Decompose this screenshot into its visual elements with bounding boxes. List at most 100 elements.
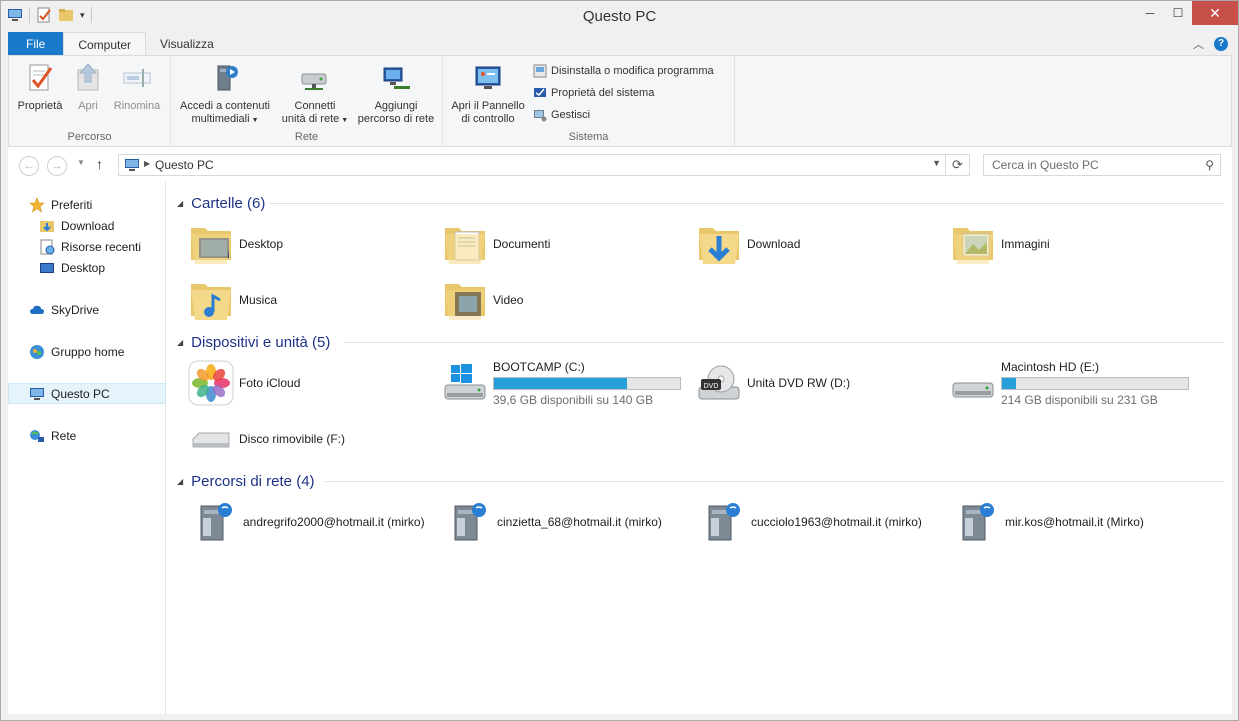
section-header-devices[interactable]: ◢ Dispositivi e unità (5)	[177, 331, 330, 353]
network-share-icon	[962, 503, 994, 541]
control-panel-icon	[475, 66, 501, 89]
device-macintosh-hd[interactable]: Macintosh HD (E:) 214 GB disponibili su …	[949, 359, 1189, 407]
properties-button[interactable]: Proprietà	[15, 62, 65, 113]
device-dvd[interactable]: DVD Unità DVD RW (D:)	[695, 359, 850, 407]
device-bootcamp[interactable]: BOOTCAMP (C:) 39,6 GB disponibili su 140…	[441, 359, 681, 407]
nav-item-favorites[interactable]: Preferiti	[8, 194, 166, 215]
section-title-devices: Dispositivi e unità (5)	[191, 333, 331, 351]
nav-item-desktop[interactable]: Desktop	[8, 257, 166, 278]
dropdown-caret-icon: ▼	[251, 117, 259, 124]
folder-immagini[interactable]: Immagini	[949, 220, 1050, 268]
network-location[interactable]: mir.kos@hotmail.it (Mirko)	[953, 498, 1144, 546]
nav-item-homegroup[interactable]: Gruppo home	[8, 341, 166, 362]
drive-info: Macintosh HD (E:) 214 GB disponibili su …	[1001, 360, 1189, 407]
map-network-drive-button[interactable]: Connetti unità di rete ▼	[275, 62, 355, 127]
minimize-button[interactable]: ─	[1136, 1, 1164, 25]
music-folder-icon	[191, 284, 231, 320]
refresh-button[interactable]: ⟳	[945, 155, 969, 175]
back-button[interactable]: ←	[19, 156, 39, 176]
ribbon: Proprietà Apri Rinomina Percorso Accedi …	[8, 55, 1232, 147]
add-network-location-icon	[383, 67, 410, 89]
system-properties-button[interactable]: Proprietà del sistema	[533, 86, 654, 100]
breadcrumb-separator-icon[interactable]: ▶	[144, 159, 150, 168]
recent-locations-icon[interactable]: ▼	[77, 158, 85, 167]
media-access-label-2: multimediali	[191, 113, 250, 125]
network-location[interactable]: andregrifo2000@hotmail.it (mirko)	[191, 498, 425, 546]
tab-file[interactable]: File	[8, 32, 64, 56]
drive-space-text: 39,6 GB disponibili su 140 GB	[493, 392, 654, 407]
section-header-network[interactable]: ◢ Percorsi di rete (4)	[177, 470, 315, 492]
folder-label: Musica	[239, 293, 278, 307]
rename-label: Rinomina	[113, 100, 161, 112]
section-title-network: Percorsi di rete (4)	[191, 472, 315, 490]
window-controls: ─ ☐ ✕	[1136, 1, 1238, 25]
folder-desktop[interactable]: Desktop	[187, 220, 283, 268]
address-bar[interactable]: ▶ Questo PC ▼ ⟳	[118, 154, 970, 176]
up-button[interactable]: ↑	[96, 156, 103, 172]
search-box[interactable]: ⚲	[983, 154, 1221, 176]
nav-desktop-label: Desktop	[61, 260, 106, 275]
control-panel-label-1: Apri il Pannello	[451, 100, 525, 112]
control-panel-label-2: di controllo	[461, 113, 515, 125]
add-network-location-label-2: percorso di rete	[357, 113, 435, 125]
nav-item-skydrive[interactable]: SkyDrive	[8, 299, 166, 320]
nav-homegroup-label: Gruppo home	[51, 344, 125, 359]
ribbon-right-controls: ︿ ?	[1193, 36, 1228, 52]
search-icon[interactable]: ⚲	[1205, 158, 1214, 172]
device-icloud-photos[interactable]: Foto iCloud	[187, 359, 300, 407]
breadcrumb[interactable]: Questo PC	[155, 158, 214, 172]
videos-folder-icon	[445, 284, 485, 320]
main-pane: ◢ Cartelle (6) Desktop Documenti Downloa…	[167, 182, 1232, 714]
manage-button[interactable]: Gestisci	[533, 108, 590, 122]
collapse-triangle-icon[interactable]: ◢	[177, 477, 183, 486]
drive-usage-fill	[494, 377, 628, 389]
collapse-ribbon-icon[interactable]: ︿	[1193, 36, 1204, 52]
nav-favorites-label: Preferiti	[51, 197, 93, 212]
drive-usage-fill	[1002, 377, 1016, 389]
nav-item-download[interactable]: Download	[8, 215, 166, 236]
computer-icon	[30, 387, 44, 400]
drive-space-text: 214 GB disponibili su 231 GB	[1001, 392, 1158, 407]
maximize-button[interactable]: ☐	[1164, 1, 1192, 25]
nav-item-network[interactable]: Rete	[8, 425, 166, 446]
help-icon[interactable]: ?	[1214, 37, 1228, 51]
folder-documenti[interactable]: Documenti	[441, 220, 550, 268]
content-area: Preferiti Download Risorse recenti Deskt…	[8, 182, 1232, 714]
folder-download[interactable]: Download	[695, 220, 800, 268]
pictures-folder-icon	[953, 228, 993, 264]
collapse-triangle-icon[interactable]: ◢	[177, 199, 183, 208]
device-removable[interactable]: Disco rimovibile (F:)	[187, 415, 345, 463]
network-location-label: cinzietta_68@hotmail.it (mirko)	[497, 515, 662, 529]
close-button[interactable]: ✕	[1192, 1, 1238, 25]
open-button[interactable]: Apri	[69, 62, 107, 113]
folder-musica[interactable]: Musica	[187, 276, 277, 324]
collapse-triangle-icon[interactable]: ◢	[177, 338, 183, 347]
media-access-icon	[217, 65, 238, 91]
rename-button[interactable]: Rinomina	[109, 62, 165, 113]
navigation-pane: Preferiti Download Risorse recenti Deskt…	[8, 182, 166, 714]
device-label: Foto iCloud	[239, 376, 301, 390]
uninstall-button[interactable]: Disinstalla o modifica programma	[533, 64, 714, 78]
folder-video[interactable]: Video	[441, 276, 523, 324]
uninstall-label: Disinstalla o modifica programma	[551, 65, 714, 77]
control-panel-button[interactable]: Apri il Pannello di controllo	[447, 62, 529, 126]
group-percorso: Proprietà Apri Rinomina Percorso	[9, 56, 171, 146]
computer-icon	[125, 159, 139, 171]
network-location[interactable]: cinzietta_68@hotmail.it (mirko)	[445, 498, 662, 546]
add-network-location-button[interactable]: Aggiungi percorso di rete	[353, 62, 439, 126]
media-access-label-1: Accedi a contenuti	[180, 100, 270, 112]
tab-computer[interactable]: Computer	[63, 32, 147, 56]
nav-item-recent[interactable]: Risorse recenti	[8, 236, 166, 257]
rename-icon	[123, 69, 151, 87]
tab-visualizza[interactable]: Visualizza	[146, 32, 228, 56]
svg-text:DVD: DVD	[704, 383, 719, 390]
manage-icon	[534, 110, 547, 122]
search-input[interactable]	[984, 155, 1184, 175]
address-dropdown-icon[interactable]: ▼	[932, 158, 941, 168]
media-access-button[interactable]: Accedi a contenuti multimediali ▼	[175, 62, 275, 127]
nav-item-this-pc[interactable]: Questo PC	[8, 383, 166, 404]
section-header-folders[interactable]: ◢ Cartelle (6)	[177, 192, 265, 214]
forward-button[interactable]: →	[47, 156, 67, 176]
network-location[interactable]: cucciolo1963@hotmail.it (mirko)	[699, 498, 922, 546]
group-label-percorso: Percorso	[67, 131, 112, 143]
